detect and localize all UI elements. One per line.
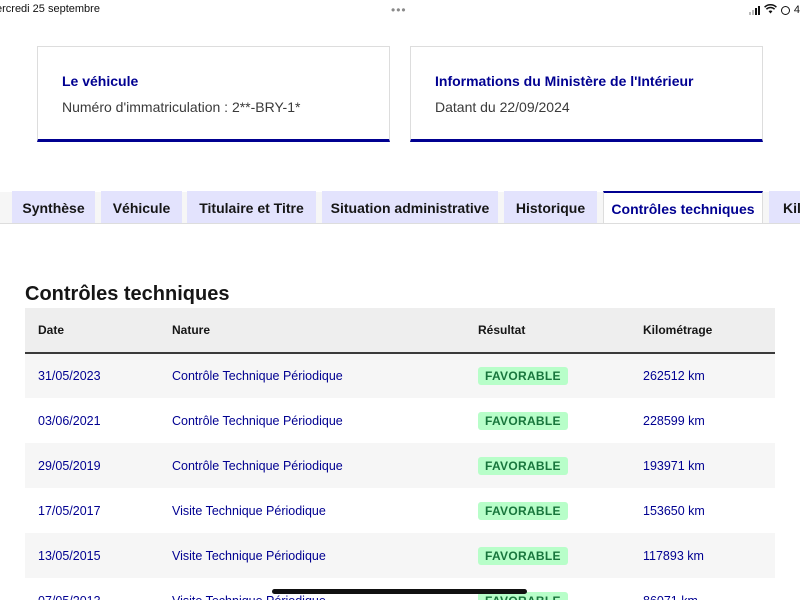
result-badge: FAVORABLE [478,546,568,565]
tab-list: Synthèse Véhicule Titulaire et Titre Sit… [0,190,800,224]
signal-icon [748,5,760,15]
vehicle-card-title: Le véhicule [62,73,139,89]
tab-titulaire-et-titre[interactable]: Titulaire et Titre [187,191,316,224]
tab-kilometrage[interactable]: Kilo [769,191,800,224]
row-mileage: 117893 km [643,548,704,563]
status-date: ercredi 25 septembre [0,3,100,15]
tab-historique[interactable]: Historique [504,191,597,224]
table-row: 31/05/2023 Contrôle Technique Périodique… [25,353,775,398]
row-nature: Contrôle Technique Périodique [172,413,343,428]
column-header-nature[interactable]: Nature [159,308,465,353]
row-nature: Contrôle Technique Périodique [172,369,343,383]
table-row: 17/05/2017 Visite Technique Périodique F… [25,488,775,533]
column-header-mileage[interactable]: Kilométrage [630,308,775,353]
table-row: 03/06/2021 Contrôle Technique Périodique… [25,398,775,443]
tab-panel: Contrôles techniques Date Nature Résulta… [0,223,800,600]
row-date: 17/05/2017 [38,503,101,518]
row-result: FAVORABLE [465,398,630,443]
status-bar: ercredi 25 septembre ••• 4 [0,0,800,22]
ministry-date: Datant du 22/09/2024 [435,99,570,115]
ministry-card-title: Informations du Ministère de l'Intérieur [435,73,694,89]
summary-area: Le véhicule Numéro d'immatriculation : 2… [0,22,800,192]
row-result: FAVORABLE [465,443,630,488]
row-date: 07/05/2013 [25,578,159,600]
table-row: 13/05/2015 Visite Technique Périodique F… [25,533,775,578]
tab-situation-administrative[interactable]: Situation administrative [322,191,498,224]
row-date: 13/05/2015 [38,548,101,563]
orientation-lock-icon [780,5,790,15]
wifi-icon [763,3,777,17]
result-badge: FAVORABLE [478,411,568,430]
row-mileage: 86071 km [630,578,775,600]
row-date: 03/06/2021 [38,413,101,428]
battery-icon: 4 [793,4,800,16]
row-nature: Visite Technique Périodique [172,548,326,563]
row-result: FAVORABLE [465,353,630,398]
tab-vehicule[interactable]: Véhicule [101,191,182,224]
row-mileage: 262512 km [643,369,705,383]
result-badge: FAVORABLE [478,367,568,385]
registration-number: Numéro d'immatriculation : 2**-BRY-1* [62,99,301,115]
multitasking-dots-icon[interactable]: ••• [391,3,407,17]
row-date: 29/05/2019 [38,458,101,473]
row-date: 31/05/2023 [38,369,101,383]
inspections-table: Date Nature Résultat Kilométrage 31/05/2… [25,308,775,600]
row-mileage: 193971 km [643,458,705,473]
home-indicator[interactable] [272,589,527,594]
ministry-card: Informations du Ministère de l'Intérieur… [410,46,763,142]
row-mileage: 228599 km [643,413,705,428]
tab-controles-techniques[interactable]: Contrôles techniques [603,191,763,224]
status-icons: 4 [748,2,800,18]
section-title: Contrôles techniques [25,283,230,305]
tab-synthese[interactable]: Synthèse [12,191,95,224]
column-header-date[interactable]: Date [25,308,159,353]
column-header-result[interactable]: Résultat [465,308,630,353]
row-mileage: 153650 km [643,503,705,518]
result-badge: FAVORABLE [478,456,568,475]
result-badge: FAVORABLE [478,501,568,520]
table-header-row: Date Nature Résultat Kilométrage [25,308,775,353]
row-result: FAVORABLE [465,488,630,533]
row-nature: Contrôle Technique Périodique [172,458,343,473]
row-nature: Visite Technique Périodique [172,503,326,518]
row-result: FAVORABLE [465,533,630,578]
table-row: 29/05/2019 Contrôle Technique Périodique… [25,443,775,488]
vehicle-card: Le véhicule Numéro d'immatriculation : 2… [37,46,390,142]
